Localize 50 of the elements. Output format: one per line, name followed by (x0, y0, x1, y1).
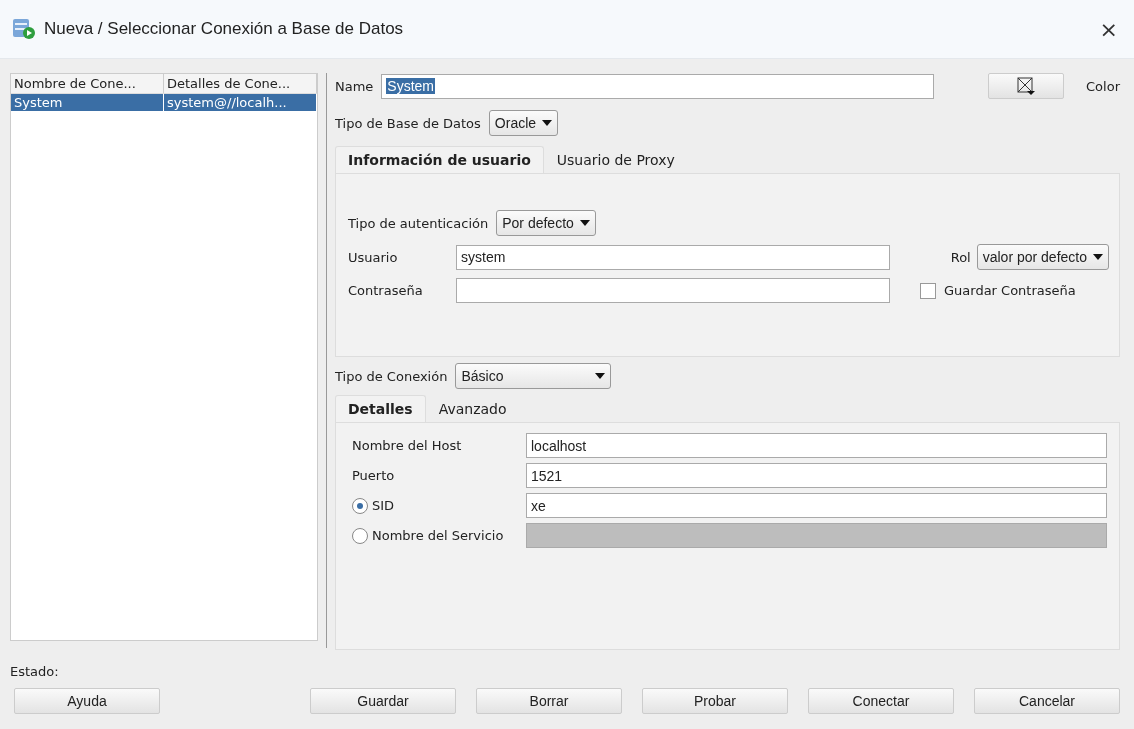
window-title: Nueva / Seleccionar Conexión a Base de Datos (44, 19, 405, 39)
tab[interactable]: Detalles (335, 395, 426, 422)
save-password-label: Guardar Contraseña (944, 283, 1077, 298)
user-field[interactable]: system (456, 244, 890, 270)
caret-icon (1093, 254, 1103, 260)
user-label: Usuario (348, 249, 399, 265)
text-field[interactable]: 1521 (526, 463, 1107, 488)
caret-icon (579, 220, 590, 226)
connection-type-label: Tipo de Conexión (335, 368, 448, 384)
tab[interactable]: Avanzado (425, 395, 520, 422)
help-button[interactable]: Ayuda (14, 688, 160, 714)
radio-label: SID (372, 498, 395, 513)
name-label: Name (335, 78, 374, 94)
db-type-label: Tipo de Base de Datos (335, 115, 481, 131)
password-label: Contraseña (348, 283, 424, 298)
field-label: Puerto (352, 468, 396, 483)
dialog-button[interactable]: Borrar (476, 688, 622, 714)
password-field[interactable] (456, 278, 890, 303)
db-type-dropdown[interactable]: Oracle (488, 110, 559, 136)
caret-icon (595, 373, 606, 379)
column-header[interactable]: Detalles de Cone... (164, 74, 317, 93)
table-cell: System (11, 94, 164, 111)
auth-type-dropdown[interactable]: Por defecto (496, 210, 596, 236)
connection-type-dropdown[interactable]: Básico (455, 363, 612, 389)
dialog-button[interactable]: Probar (642, 688, 788, 714)
text-field[interactable]: xe (526, 493, 1107, 518)
dialog-button[interactable]: Guardar (310, 688, 456, 714)
close-button[interactable]: × (1095, 16, 1122, 42)
color-label: Color (1086, 78, 1120, 94)
color-button[interactable] (988, 73, 1065, 99)
database-app-icon (12, 18, 36, 40)
table-cell: system@//localh... (164, 94, 317, 111)
role-dropdown[interactable]: valor por defecto (976, 244, 1109, 270)
auth-type-label: Tipo de autenticación (348, 215, 489, 231)
caret-icon (542, 120, 553, 126)
radio-button[interactable] (352, 497, 368, 514)
name-field[interactable]: System (381, 73, 935, 99)
field-label: Nombre del Host (352, 438, 463, 453)
dialog-button[interactable]: Conectar (808, 688, 954, 714)
radio-label: Nombre del Servicio (372, 528, 504, 543)
no-color-icon (1016, 76, 1037, 96)
connection-row[interactable]: System system@//localh... (11, 94, 317, 111)
tab[interactable]: Información de usuario (335, 146, 544, 173)
status-label: Estado: (9, 663, 60, 681)
save-password-checkbox[interactable] (920, 282, 936, 299)
dialog-button[interactable]: Cancelar (974, 688, 1120, 714)
tab[interactable]: Usuario de Proxy (543, 146, 688, 173)
column-header[interactable]: Nombre de Cone... (11, 74, 164, 93)
text-field[interactable]: localhost (526, 433, 1107, 458)
role-label: Rol (950, 249, 971, 265)
